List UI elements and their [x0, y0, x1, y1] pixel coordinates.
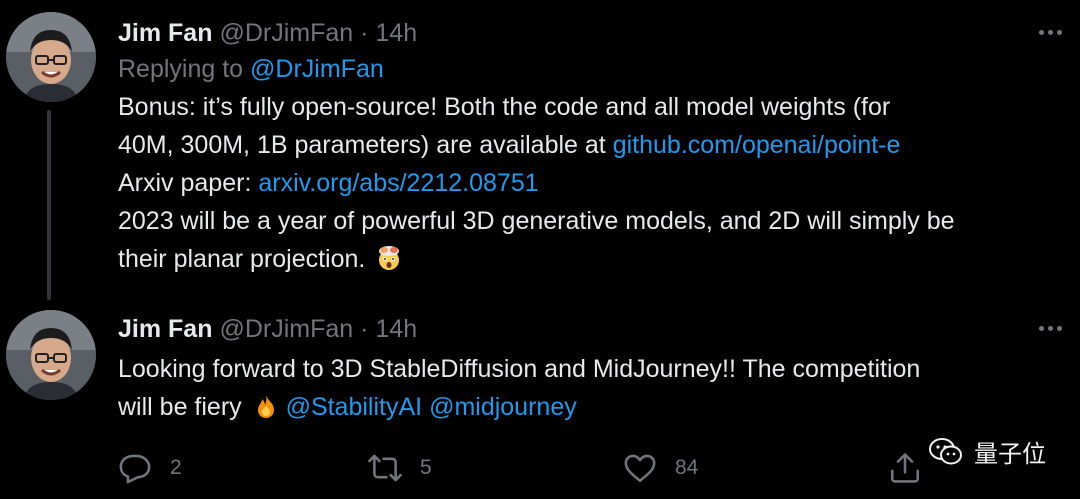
dot-icon	[1038, 325, 1044, 331]
text-span: will be fiery	[118, 393, 242, 421]
share-button[interactable]	[888, 450, 922, 486]
tweet-text: Bonus: it’s fully open-source! Both the …	[118, 88, 1060, 278]
author-handle[interactable]: @DrJimFan	[219, 19, 353, 47]
dot-icon	[1056, 29, 1062, 35]
text-span: Arxiv paper:	[118, 169, 259, 197]
text-line: 2023 will be a year of powerful 3D gener…	[118, 207, 955, 235]
tweet-header: Jim Fan @DrJimFan · 14h	[118, 312, 1060, 346]
tweet-content: Jim Fan @DrJimFan · 14h Replying to @DrJ…	[118, 16, 1060, 278]
replying-prefix: Replying to	[118, 55, 251, 83]
tweet-content: Jim Fan @DrJimFan · 14h Looking forward …	[118, 312, 1060, 426]
like-button[interactable]: 84	[623, 450, 698, 486]
tweet-1: Jim Fan @DrJimFan · 14h Replying to @DrJ…	[0, 0, 1080, 300]
text-line: their planar projection.	[118, 240, 1060, 278]
tweet-2: Jim Fan @DrJimFan · 14h Looking forward …	[0, 300, 1080, 499]
arxiv-link[interactable]: arxiv.org/abs/2212.08751	[258, 169, 538, 197]
wechat-logo-icon	[929, 437, 962, 464]
mention-midjourney-link[interactable]: @midjourney	[429, 393, 577, 421]
more-options-button[interactable]	[1032, 14, 1068, 50]
replying-to: Replying to @DrJimFan	[118, 50, 1060, 88]
reply-icon	[119, 454, 151, 484]
text-line: Arxiv paper: arxiv.org/abs/2212.08751	[118, 164, 1060, 202]
watermark: 量子位	[928, 434, 1046, 469]
replying-handle-link[interactable]: @DrJimFan	[250, 55, 384, 83]
more-options-button[interactable]	[1032, 310, 1068, 346]
separator: ·	[360, 315, 369, 343]
tweet-actions: 2 5 84	[118, 450, 920, 486]
fire-emoji	[257, 395, 274, 418]
timestamp[interactable]: 14h	[375, 19, 417, 47]
text-span: their planar projection.	[118, 245, 366, 273]
retweet-icon	[368, 454, 402, 482]
retweet-count: 5	[420, 456, 432, 479]
text-span: 40M, 300M, 1B parameters) are available …	[118, 131, 613, 159]
reply-button[interactable]: 2	[118, 450, 182, 486]
heart-icon	[624, 454, 656, 483]
dot-icon	[1056, 325, 1062, 331]
text-line: will be fiery @StabilityAI @midjourney	[118, 388, 1060, 426]
avatar[interactable]	[6, 12, 96, 102]
author-name[interactable]: Jim Fan	[118, 19, 212, 47]
avatar[interactable]	[6, 310, 96, 400]
thread-line	[47, 110, 51, 300]
share-icon	[890, 453, 920, 483]
mention-stabilityai-link[interactable]: @StabilityAI	[286, 393, 423, 421]
text-line: 40M, 300M, 1B parameters) are available …	[118, 126, 1060, 164]
author-name[interactable]: Jim Fan	[118, 315, 212, 343]
author-handle[interactable]: @DrJimFan	[219, 315, 353, 343]
text-line: Looking forward to 3D StableDiffusion an…	[118, 355, 921, 383]
tweet-text: Looking forward to 3D StableDiffusion an…	[118, 350, 1060, 426]
watermark-label: 量子位	[974, 441, 1046, 468]
dot-icon	[1038, 29, 1044, 35]
exploding-head-emoji	[379, 246, 400, 270]
separator: ·	[360, 19, 369, 47]
dot-icon	[1047, 29, 1053, 35]
like-count: 84	[675, 456, 699, 479]
reply-count: 2	[170, 456, 182, 479]
dot-icon	[1047, 325, 1053, 331]
tweet-header: Jim Fan @DrJimFan · 14h	[118, 16, 1060, 50]
github-link[interactable]: github.com/openai/point-e	[613, 131, 901, 159]
text-line: Bonus: it’s fully open-source! Both the …	[118, 93, 891, 121]
timestamp[interactable]: 14h	[375, 315, 417, 343]
retweet-button[interactable]: 5	[368, 450, 432, 486]
